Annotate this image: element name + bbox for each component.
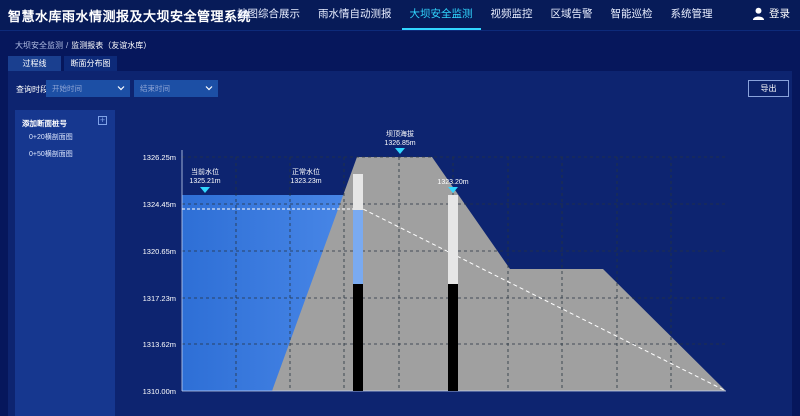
y-tick-label: 1310.00m [143, 387, 176, 396]
y-tick-label: 1324.45m [143, 200, 176, 209]
dam-crest-marker [395, 148, 405, 154]
current-water-level-value: 1325.21m [189, 178, 220, 185]
piezometer-2-value: 1323.20m [437, 179, 468, 186]
piezometer-tube-2 [448, 195, 458, 391]
dam-section-chart: 1326.25m 1324.45m 1320.65m 1317.23m 1313… [143, 129, 726, 396]
piezometer-tube-1 [353, 174, 363, 391]
y-tick-label: 1320.65m [143, 247, 176, 256]
normal-water-level-value: 1323.23m [290, 178, 321, 185]
y-tick-label: 1326.25m [143, 153, 176, 162]
current-water-level-label: 当前水位 [191, 167, 219, 176]
dam-body [272, 157, 726, 391]
dam-crest-label: 坝顶海拔 [386, 129, 414, 138]
y-tick-label: 1313.62m [143, 340, 176, 349]
normal-water-level-label: 正常水位 [292, 167, 320, 176]
current-water-level-marker [200, 187, 210, 193]
y-tick-label: 1317.23m [143, 294, 176, 303]
dam-crest-value: 1326.85m [384, 140, 415, 147]
